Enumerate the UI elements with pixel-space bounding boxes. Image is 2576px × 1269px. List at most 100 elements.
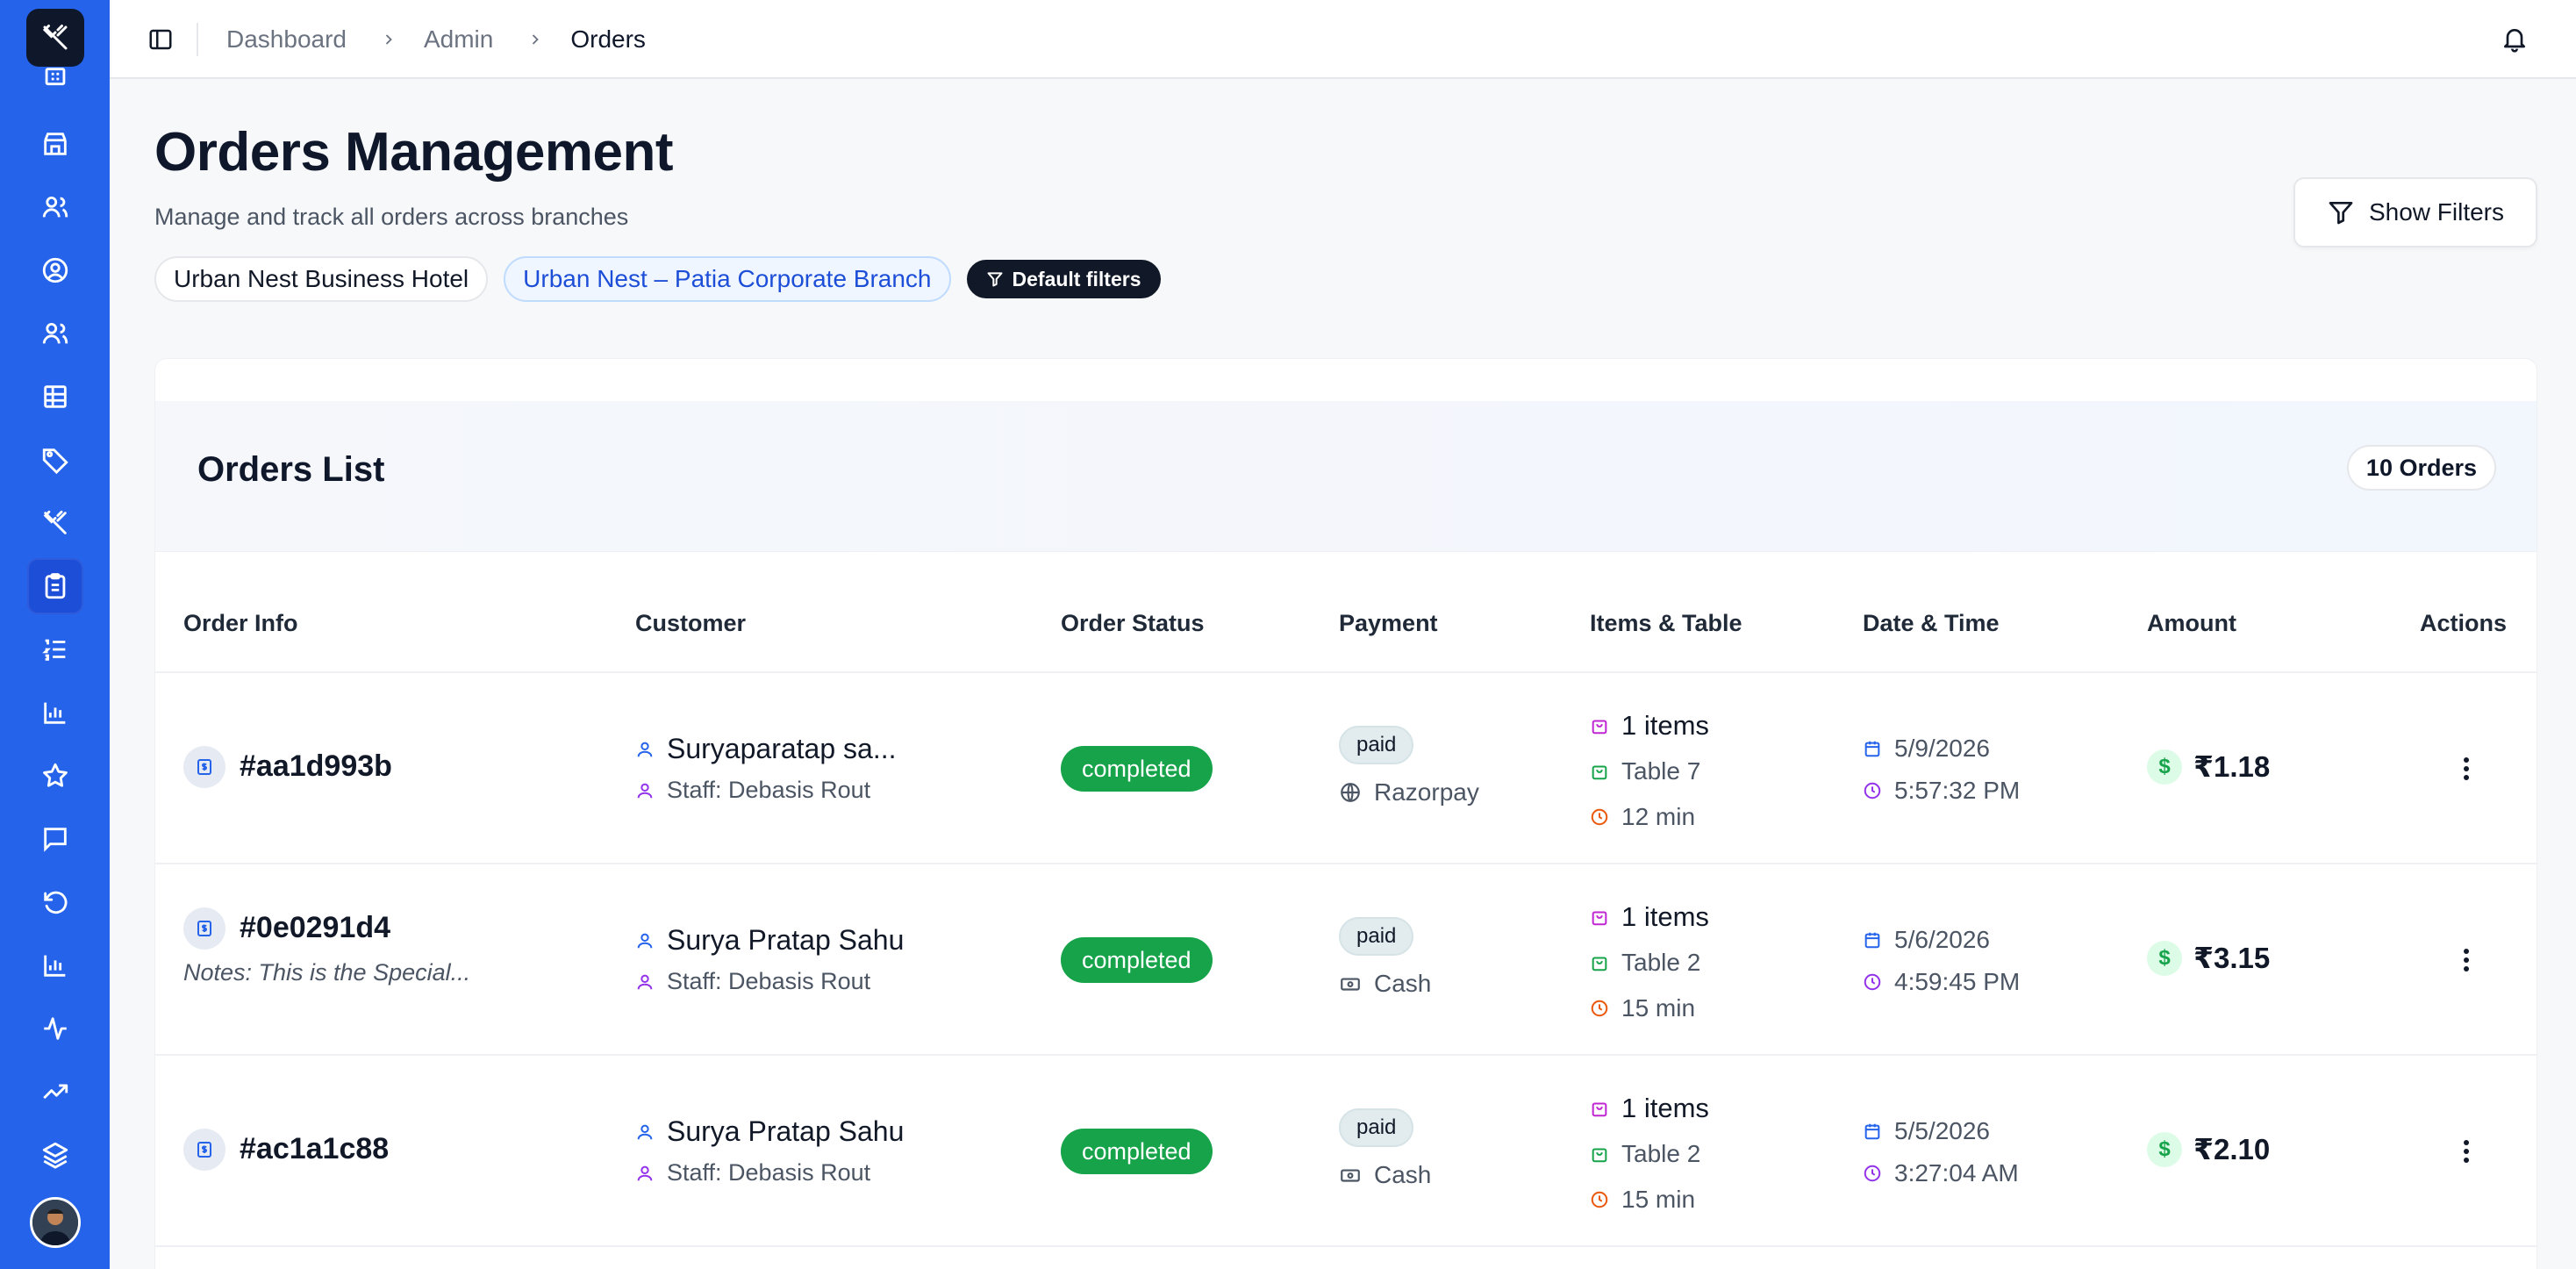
order-id[interactable]: #ac1a1c88 — [240, 1132, 389, 1166]
duration: 15 min — [1621, 1186, 1696, 1213]
items-count: 1 items — [1621, 1093, 1709, 1123]
duration-line: 12 min — [1590, 803, 1695, 831]
column-actions: Actions — [2420, 610, 2508, 636]
order-amount: ₹3.15 — [2193, 942, 2271, 974]
staff-line: Staff: Debasis Rout — [635, 777, 870, 804]
order-id[interactable]: #0e0291d4 — [240, 911, 390, 945]
notifications-button[interactable] — [2494, 19, 2535, 60]
more-vertical-icon — [2464, 757, 2469, 780]
order-amount: ₹2.10 — [2193, 1133, 2271, 1165]
user-icon — [637, 742, 653, 756]
table-bag-icon — [1592, 1148, 1607, 1163]
column-customer: Customer — [635, 610, 747, 636]
customer-name: Surya Pratap Sahu — [667, 1115, 905, 1147]
status-badge: completed — [1061, 1129, 1213, 1174]
user-avatar[interactable] — [30, 1197, 81, 1248]
branch-chip[interactable]: Urban Nest – Patia Corporate Branch — [504, 256, 951, 302]
payment-status-badge: paid — [1339, 917, 1414, 956]
customer-name: Suryaparatap sa... — [667, 733, 897, 764]
clock-time-icon — [1864, 782, 1881, 799]
chevron-right-icon — [380, 31, 397, 48]
table-line: Table 2 — [1590, 949, 1700, 977]
calendar-icon — [1864, 741, 1880, 757]
topbar: Dashboard Admin Orders — [110, 0, 2576, 79]
breadcrumb: Dashboard Admin Orders — [226, 0, 646, 79]
items-count: 1 items — [1621, 901, 1709, 932]
receipt-icon — [183, 1129, 225, 1171]
dollar-icon: $ — [2147, 1132, 2182, 1167]
customer-line: Suryaparatap sa... — [635, 733, 896, 765]
page-subtitle: Manage and track all orders across branc… — [154, 204, 629, 230]
calendar-icon — [1864, 1123, 1880, 1140]
payment-status-badge: paid — [1339, 726, 1414, 764]
items-line: 1 items — [1590, 901, 1709, 933]
bar-chart-icon[interactable] — [27, 685, 83, 741]
duration: 12 min — [1621, 803, 1696, 830]
column-payment: Payment — [1339, 610, 1438, 636]
breadcrumb-dashboard[interactable]: Dashboard — [226, 25, 347, 54]
store-icon[interactable] — [27, 116, 83, 172]
row-actions-button[interactable] — [2449, 1134, 2484, 1169]
order-id[interactable]: #aa1d993b — [240, 749, 392, 784]
date-line: 5/5/2026 — [1863, 1117, 1990, 1145]
star-icon[interactable] — [27, 748, 83, 804]
items-count: 1 items — [1621, 710, 1709, 741]
banknote-icon — [1341, 1169, 1360, 1182]
orders-card: Orders List 10 Orders Order Info Custome… — [154, 358, 2537, 1269]
topbar-divider — [197, 23, 198, 56]
hotel-chip[interactable]: Urban Nest Business Hotel — [154, 256, 489, 302]
receipt-icon — [183, 907, 225, 950]
clock-time-icon — [1864, 973, 1881, 991]
refresh-icon[interactable] — [27, 874, 83, 930]
avatar-portrait-icon — [32, 1200, 78, 1245]
order-date: 5/6/2026 — [1894, 926, 1990, 953]
breadcrumb-admin[interactable]: Admin — [424, 25, 493, 54]
app-logo[interactable] — [26, 9, 84, 67]
list-ordered-icon[interactable] — [27, 621, 83, 678]
building-icon[interactable] — [27, 61, 83, 97]
table-row[interactable]: #ac1a1c88 Surya Pratap Sahu Staff: Debas… — [155, 1056, 2537, 1247]
banknote-icon — [1341, 978, 1360, 991]
staff-line: Staff: Debasis Rout — [635, 1159, 870, 1187]
globe-icon — [1341, 783, 1360, 802]
show-filters-button[interactable]: Show Filters — [2293, 177, 2537, 247]
time-line: 4:59:45 PM — [1863, 968, 2020, 996]
dollar-icon: $ — [2147, 941, 2182, 976]
table-bag-icon — [1592, 957, 1607, 971]
user-circle-icon[interactable] — [27, 242, 83, 298]
customer-name: Surya Pratap Sahu — [667, 924, 905, 956]
utensils-icon[interactable] — [27, 495, 83, 551]
sidebar — [0, 0, 110, 1269]
payment-method-line: Cash — [1339, 970, 1431, 998]
table-line: Table 7 — [1590, 757, 1700, 785]
duration-line: 15 min — [1590, 1186, 1695, 1214]
order-amount: ₹1.18 — [2193, 750, 2271, 783]
row-actions-button[interactable] — [2449, 751, 2484, 786]
app-root: Dashboard Admin Orders Orders Management… — [0, 0, 2576, 1269]
staff-user-icon — [637, 1165, 653, 1180]
payment-method: Razorpay — [1374, 778, 1479, 806]
trending-up-icon[interactable] — [27, 1064, 83, 1120]
table-icon[interactable] — [27, 369, 83, 425]
row-actions-button[interactable] — [2449, 943, 2484, 978]
bar-chart-2-icon[interactable] — [27, 937, 83, 993]
dollar-icon: $ — [2147, 749, 2182, 785]
tag-icon[interactable] — [27, 432, 83, 488]
table-row[interactable]: #aa1d993b Suryaparatap sa... Staff: Deba… — [155, 673, 2537, 864]
column-items-table: Items & Table — [1590, 610, 1742, 636]
staff-line: Staff: Debasis Rout — [635, 968, 870, 995]
filter-chips: Urban Nest Business Hotel Urban Nest – P… — [154, 256, 1161, 302]
sidebar-toggle-button[interactable] — [141, 20, 180, 59]
clock-icon — [1591, 808, 1608, 826]
user-icon — [637, 1124, 653, 1139]
table-row[interactable]: #0e0291d4 Notes: This is the Special... … — [155, 864, 2537, 1056]
users-icon[interactable] — [27, 179, 83, 235]
message-icon[interactable] — [27, 811, 83, 867]
activity-icon[interactable] — [27, 1000, 83, 1057]
staff-icon[interactable] — [27, 305, 83, 362]
clipboard-icon[interactable] — [27, 558, 83, 614]
layers-icon[interactable] — [27, 1127, 83, 1183]
payment-method: Cash — [1374, 1161, 1432, 1188]
staff-name: Staff: Debasis Rout — [667, 777, 871, 803]
default-filters-chip[interactable]: Default filters — [966, 260, 1161, 298]
